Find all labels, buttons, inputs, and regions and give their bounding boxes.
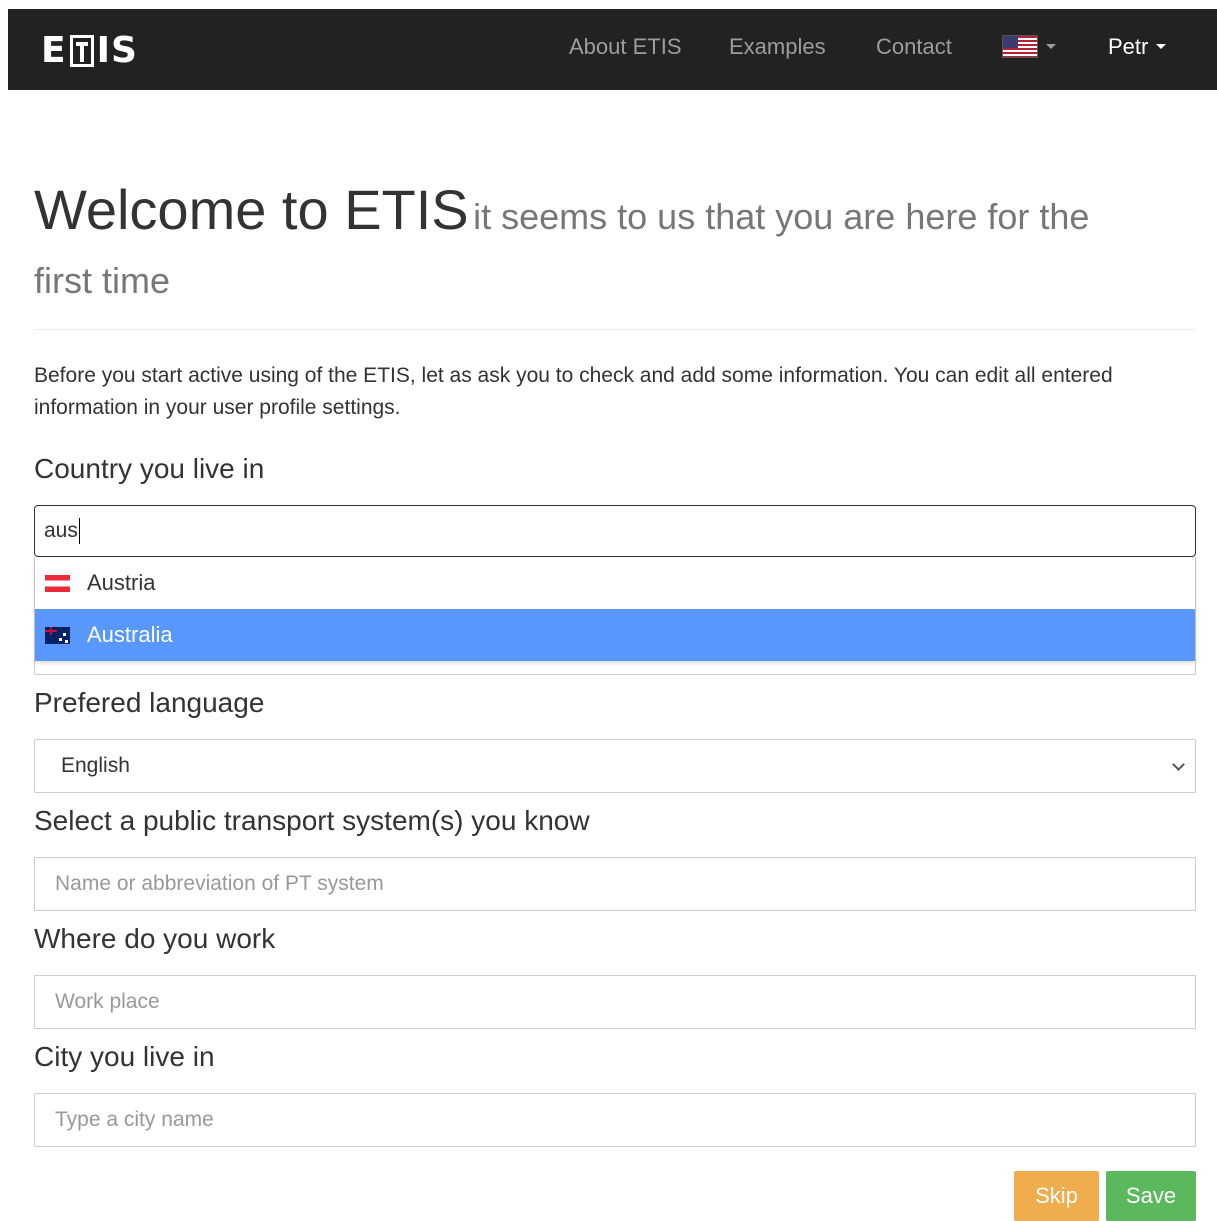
top-navbar: E IS About ETIS Examples Contact Petr — [8, 9, 1217, 90]
suggestion-label: Austria — [87, 570, 156, 595]
us-flag-icon — [1002, 35, 1038, 58]
language-label: Prefered language — [34, 687, 265, 718]
country-label: Country you live in — [34, 453, 265, 484]
work-label: Where do you work — [34, 923, 276, 954]
language-selected-value: English — [61, 754, 130, 777]
user-name: Petr — [1108, 34, 1149, 59]
suggestion-label: Australia — [87, 622, 173, 647]
user-menu[interactable]: Petr — [1108, 9, 1167, 84]
intro-text: Before you start active using of the ETI… — [34, 364, 1113, 419]
pt-system-input[interactable]: Name or abbreviation of PT system — [34, 857, 1196, 911]
nav-about-etis[interactable]: About ETIS — [569, 9, 682, 90]
city-input[interactable]: Type a city name — [34, 1093, 1196, 1147]
skip-button[interactable]: Skip — [1014, 1171, 1099, 1221]
australia-flag-icon — [45, 626, 70, 644]
city-placeholder: Type a city name — [55, 1108, 214, 1131]
save-button[interactable]: Save — [1106, 1171, 1196, 1221]
city-label: City you live in — [34, 1041, 215, 1072]
nav-contact[interactable]: Contact — [876, 9, 952, 90]
logo-letters-is: IS — [96, 30, 138, 71]
country-search-value: aus — [44, 519, 78, 542]
austria-flag-icon — [45, 574, 70, 592]
page-header: Welcome to ETIS it seems to us that you … — [34, 178, 1196, 330]
language-dropdown[interactable] — [1002, 9, 1056, 84]
etis-logo[interactable]: E IS — [41, 31, 138, 71]
text-cursor — [78, 518, 80, 545]
country-search-input[interactable]: aus — [34, 505, 1196, 557]
pt-system-placeholder: Name or abbreviation of PT system — [55, 872, 384, 895]
work-placeholder: Work place — [55, 990, 160, 1013]
logo-letter-e: E — [41, 30, 67, 71]
suggestion-austria[interactable]: Austria — [35, 557, 1195, 609]
suggestion-australia[interactable]: Australia — [35, 609, 1195, 661]
logo-t-icon — [69, 35, 94, 67]
nav-examples[interactable]: Examples — [729, 9, 826, 90]
country-suggestions: Austria Australia — [35, 557, 1195, 661]
pt-system-label: Select a public transport system(s) you … — [34, 805, 590, 836]
page-title: Welcome to ETIS — [34, 178, 469, 241]
page-subtitle-line1: it seems to us that you are here for the — [473, 196, 1090, 237]
page-subtitle-line2: first time — [34, 260, 171, 301]
caret-down-icon — [1156, 44, 1167, 49]
chevron-down-icon — [1172, 758, 1185, 771]
caret-down-icon — [1046, 44, 1056, 49]
language-select[interactable]: English — [34, 739, 1196, 793]
work-input[interactable]: Work place — [34, 975, 1196, 1029]
